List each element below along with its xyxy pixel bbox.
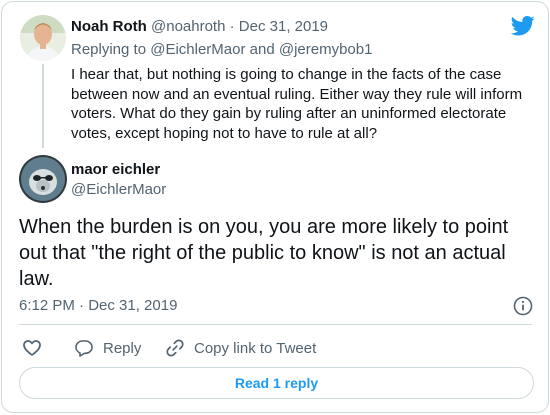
read-replies-button[interactable]: Read 1 reply [19, 367, 534, 399]
main-author-handle[interactable]: @EichlerMaor [71, 181, 166, 198]
parent-author-handle[interactable]: @noahroth [151, 18, 225, 35]
parent-tweet-header: Noah Roth @noahroth · Dec 31, 2019 [71, 18, 328, 35]
tweet-timestamp[interactable]: 6:12 PM · Dec 31, 2019 [19, 297, 177, 314]
reply-button[interactable]: Reply [74, 337, 141, 359]
replying-to-joiner: and [249, 41, 275, 58]
parent-author-name[interactable]: Noah Roth [71, 18, 147, 35]
replying-to-mention[interactable]: @EichlerMaor [150, 41, 245, 58]
reply-bubble-icon [75, 340, 93, 357]
replying-to-prefix: Replying to [71, 41, 147, 58]
read-replies-label: Read 1 reply [234, 375, 319, 391]
dot-separator: · [229, 18, 235, 35]
thread-connector-line [42, 64, 44, 148]
twitter-bird-icon[interactable] [511, 16, 535, 36]
replying-to-line: Replying to @EichlerMaor and @jeremybob1 [71, 41, 372, 58]
heart-icon [23, 340, 41, 356]
link-icon [166, 339, 184, 357]
parent-tweet-text: I hear that, but nothing is going to cha… [71, 66, 523, 142]
copy-link-button[interactable]: Copy link to Tweet [165, 337, 316, 359]
info-icon[interactable] [513, 296, 533, 316]
replying-to-mention[interactable]: @jeremybob1 [279, 41, 373, 58]
main-tweet-text: When the burden is on you, you are more … [19, 216, 509, 290]
avatar-maor-eichler[interactable] [19, 155, 67, 203]
avatar-noah-roth[interactable] [20, 15, 66, 61]
copy-link-label: Copy link to Tweet [194, 339, 317, 357]
reply-label: Reply [103, 339, 142, 357]
actions-divider [19, 324, 532, 325]
main-author-name[interactable]: maor eichler [71, 161, 160, 178]
like-button[interactable] [22, 337, 42, 359]
parent-tweet-date[interactable]: Dec 31, 2019 [239, 18, 328, 35]
tweet-embed-card: Noah Roth @noahroth · Dec 31, 2019 Reply… [1, 1, 549, 413]
